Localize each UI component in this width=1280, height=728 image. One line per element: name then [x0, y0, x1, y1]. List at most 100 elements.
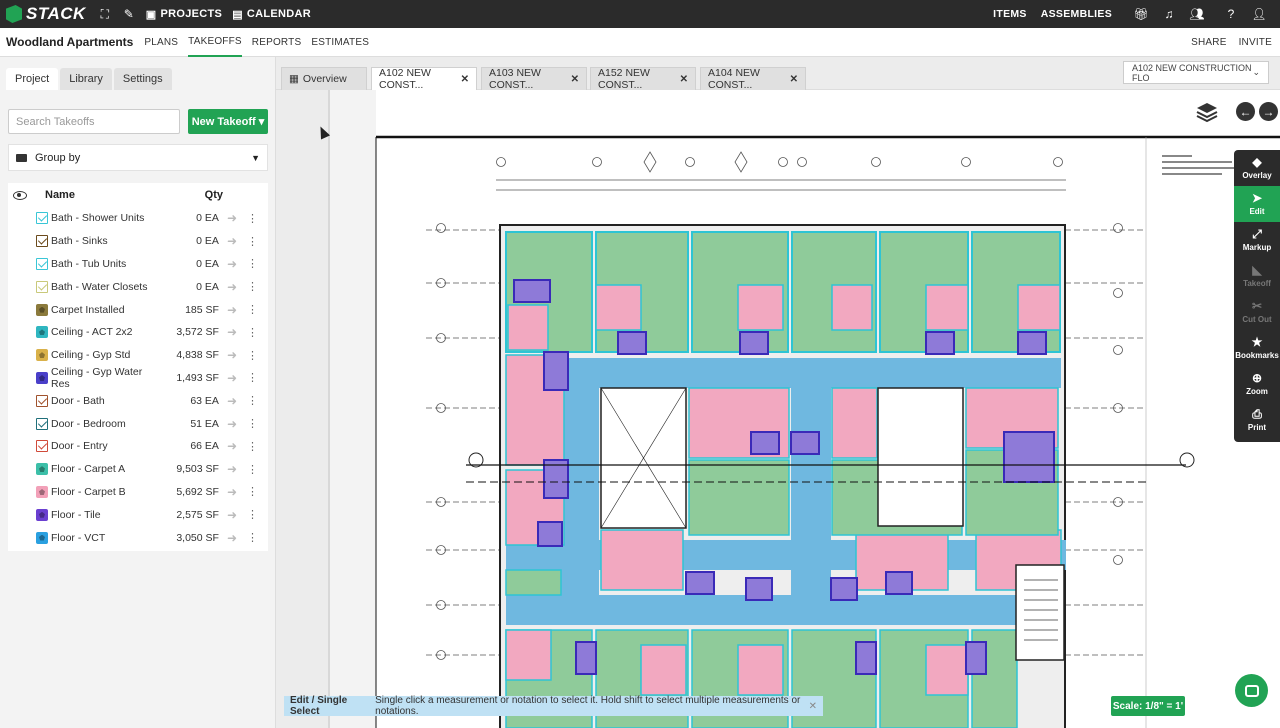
invite-link[interactable]: INVITE — [1239, 28, 1272, 57]
users-icon[interactable]: 👥︎ — [1189, 7, 1204, 21]
more-options-icon[interactable]: ⋮ — [247, 417, 258, 430]
arrow-right-icon[interactable]: ➜ — [227, 280, 237, 294]
tab-settings[interactable]: Settings — [113, 68, 172, 90]
arrow-right-icon[interactable]: ➜ — [227, 508, 237, 522]
previous-sheet-icon[interactable]: ← — [1236, 102, 1255, 121]
tool-overlay[interactable]: ◆ Overlay — [1234, 150, 1280, 186]
arrow-right-icon[interactable]: ➜ — [227, 234, 237, 248]
next-sheet-icon[interactable]: → — [1259, 102, 1278, 121]
floor-plan-drawing[interactable] — [276, 90, 1280, 728]
more-options-icon[interactable]: ⋮ — [247, 440, 258, 453]
more-options-icon[interactable]: ⋮ — [247, 371, 258, 384]
search-takeoffs-input[interactable] — [8, 109, 180, 134]
arrow-right-icon[interactable]: ➜ — [227, 371, 237, 385]
col-name-header[interactable]: Name — [45, 189, 75, 201]
sheet-select-dropdown[interactable]: A102 NEW CONSTRUCTION FLO ⌄ — [1123, 61, 1269, 84]
tab-library[interactable]: Library — [60, 68, 112, 90]
help-icon[interactable]: ? — [1224, 7, 1238, 21]
assemblies-link[interactable]: ASSEMBLIES — [1041, 8, 1112, 20]
tab-a104[interactable]: A104 NEW CONST... ✕ — [700, 67, 806, 91]
arrow-right-icon[interactable]: ➜ — [227, 417, 237, 431]
arrow-right-icon[interactable]: ➜ — [227, 531, 237, 545]
close-icon[interactable]: ✕ — [680, 74, 688, 85]
new-takeoff-button[interactable]: New Takeoff ▾ — [188, 109, 268, 134]
arrow-right-icon[interactable]: ➜ — [227, 439, 237, 453]
tool-takeoff[interactable]: ◣ Takeoff — [1234, 258, 1280, 294]
arrow-right-icon[interactable]: ➜ — [227, 485, 237, 499]
nav-takeoffs[interactable]: TAKEOFFS — [188, 28, 242, 57]
nav-reports[interactable]: REPORTS — [252, 28, 302, 57]
more-options-icon[interactable]: ⋮ — [247, 463, 258, 476]
takeoff-row[interactable]: Bath - Sinks 0 EA ➜ ⋮ — [8, 230, 268, 253]
tab-a102[interactable]: A102 NEW CONST... ✕ — [371, 67, 477, 91]
takeoff-row[interactable]: Floor - Tile 2,575 SF ➜ ⋮ — [8, 503, 268, 526]
gift-icon[interactable]: 🎁︎ — [1133, 7, 1148, 21]
close-icon[interactable]: ✕ — [461, 74, 469, 85]
tab-a152[interactable]: A152 NEW CONST... ✕ — [590, 67, 696, 91]
col-qty-header[interactable]: Qty — [205, 189, 223, 201]
takeoff-row[interactable]: Ceiling - Gyp Water Res 1,493 SF ➜ ⋮ — [8, 366, 268, 390]
more-options-icon[interactable]: ⋮ — [247, 303, 258, 316]
tab-overview[interactable]: ▦ Overview — [281, 67, 367, 90]
arrow-right-icon[interactable]: ➜ — [227, 325, 237, 339]
more-options-icon[interactable]: ⋮ — [247, 326, 258, 339]
takeoff-row[interactable]: Floor - Carpet B 5,692 SF ➜ ⋮ — [8, 481, 268, 504]
nav-plans[interactable]: PLANS — [144, 28, 178, 57]
close-icon[interactable]: ✕ — [571, 74, 579, 85]
close-icon[interactable]: ✕ — [790, 74, 798, 85]
takeoff-row[interactable]: Bath - Shower Units 0 EA ➜ ⋮ — [8, 207, 268, 230]
tool-edit[interactable]: ➤ Edit — [1234, 186, 1280, 222]
takeoff-row[interactable]: Bath - Water Closets 0 EA ➜ ⋮ — [8, 275, 268, 298]
takeoff-row[interactable]: Bath - Tub Units 0 EA ➜ ⋮ — [8, 253, 268, 276]
projects-link[interactable]: ▣ PROJECTS — [146, 8, 222, 21]
more-options-icon[interactable]: ⋮ — [247, 485, 258, 498]
chat-button[interactable] — [1235, 674, 1268, 707]
arrow-right-icon[interactable]: ➜ — [227, 462, 237, 476]
more-options-icon[interactable]: ⋮ — [247, 349, 258, 362]
arrow-right-icon[interactable]: ➜ — [227, 211, 237, 225]
more-options-icon[interactable]: ⋮ — [247, 257, 258, 270]
scale-indicator[interactable]: Scale: 1/8" = 1' — [1111, 696, 1185, 716]
visibility-eye-icon[interactable] — [13, 190, 27, 200]
bell-icon[interactable]: ♫ — [1162, 7, 1176, 21]
tool-print[interactable]: ⎙ Print — [1234, 402, 1280, 438]
tool-zoom[interactable]: ⊕ Zoom — [1234, 366, 1280, 402]
tab-a103[interactable]: A103 NEW CONST... ✕ — [481, 67, 587, 91]
more-options-icon[interactable]: ⋮ — [247, 212, 258, 225]
tool-markup[interactable]: ⤢ Markup — [1234, 222, 1280, 258]
calendar-link[interactable]: ▤ CALENDAR — [232, 8, 311, 21]
close-icon[interactable]: ✕ — [809, 701, 817, 712]
more-options-icon[interactable]: ⋮ — [247, 280, 258, 293]
area-swatch-icon — [36, 485, 48, 498]
arrow-right-icon[interactable]: ➜ — [227, 257, 237, 271]
group-by-dropdown[interactable]: Group by ▼ — [8, 144, 268, 171]
user-settings-icon[interactable]: 👤︎ — [1251, 7, 1266, 21]
nav-estimates[interactable]: ESTIMATES — [311, 28, 369, 57]
arrow-right-icon[interactable]: ➜ — [227, 394, 237, 408]
takeoff-row[interactable]: Floor - Carpet A 9,503 SF ➜ ⋮ — [8, 458, 268, 481]
takeoff-row[interactable]: Door - Bedroom 51 EA ➜ ⋮ — [8, 412, 268, 435]
tool-bookmarks[interactable]: ★ Bookmarks — [1234, 330, 1280, 366]
plan-viewer[interactable] — [276, 90, 1280, 728]
tab-project[interactable]: Project — [6, 68, 59, 90]
edit-external-icon[interactable]: ✎ — [122, 7, 136, 21]
takeoff-row[interactable]: Ceiling - ACT 2x2 3,572 SF ➜ ⋮ — [8, 321, 268, 344]
tool-cut-out[interactable]: ✂ Cut Out — [1234, 294, 1280, 330]
more-options-icon[interactable]: ⋮ — [247, 508, 258, 521]
more-options-icon[interactable]: ⋮ — [247, 531, 258, 544]
takeoff-row[interactable]: Floor - VCT 3,050 SF ➜ ⋮ — [8, 526, 268, 549]
items-link[interactable]: ITEMS — [993, 8, 1027, 20]
more-options-icon[interactable]: ⋮ — [247, 235, 258, 248]
share-link[interactable]: SHARE — [1191, 28, 1226, 57]
takeoff-row[interactable]: Ceiling - Gyp Std 4,838 SF ➜ ⋮ — [8, 344, 268, 367]
takeoff-row[interactable]: Carpet Installed 185 SF ➜ ⋮ — [8, 298, 268, 321]
more-options-icon[interactable]: ⋮ — [247, 394, 258, 407]
arrow-right-icon[interactable]: ➜ — [227, 303, 237, 317]
takeoff-row[interactable]: Door - Entry 66 EA ➜ ⋮ — [8, 435, 268, 458]
fullscreen-icon[interactable]: ⛶ — [98, 7, 112, 21]
arrow-right-icon[interactable]: ➜ — [227, 348, 237, 362]
takeoff-row[interactable]: Door - Bath 63 EA ➜ ⋮ — [8, 389, 268, 412]
grid-icon: ▦ — [289, 73, 299, 85]
layers-icon[interactable] — [1196, 101, 1218, 123]
stack-logo[interactable]: STACK — [6, 4, 86, 24]
